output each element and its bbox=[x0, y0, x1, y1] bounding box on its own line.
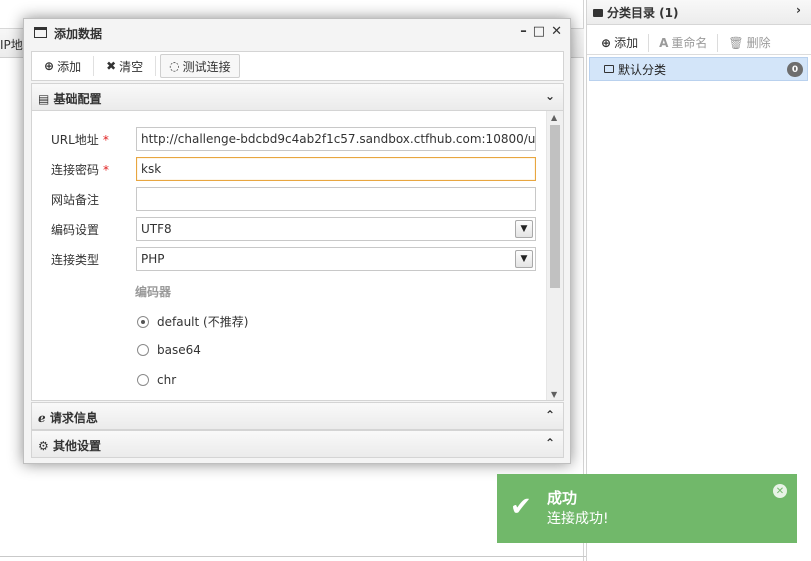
encoding-value: UTF8 bbox=[141, 222, 172, 236]
required-mark: * bbox=[103, 162, 110, 177]
clear-button[interactable]: ✖ 清空 bbox=[98, 54, 151, 78]
encoder-option-chr[interactable]: chr bbox=[137, 373, 176, 387]
encoder-option-label: chr bbox=[157, 373, 177, 387]
section-other-settings[interactable]: ⚙ 其他设置 ⌃ bbox=[31, 430, 564, 458]
plus-circle-icon: ⊕ bbox=[601, 35, 612, 50]
section-other-title: 其他设置 bbox=[52, 439, 101, 453]
scroll-up-icon[interactable]: ▲ bbox=[551, 113, 557, 122]
toast-title: 成功 bbox=[547, 489, 578, 507]
type-row: 连接类型 bbox=[51, 247, 136, 271]
add-category-label: 添加 bbox=[614, 36, 639, 50]
delete-category-label: 删除 bbox=[746, 36, 771, 50]
category-item-default[interactable]: 默认分类 0 bbox=[589, 57, 808, 81]
note-label: 网站备注 bbox=[51, 192, 100, 207]
category-toolbar: ⊕ 添加 A 重命名 🗑 删除 bbox=[587, 25, 811, 55]
folder-open-icon bbox=[604, 65, 614, 73]
section-basic-title: 基础配置 bbox=[53, 92, 102, 106]
password-label: 连接密码 * bbox=[51, 162, 110, 177]
rename-category-label: 重命名 bbox=[671, 36, 708, 50]
test-connection-button[interactable]: ◌ 测试连接 bbox=[160, 54, 240, 78]
toolbar-divider bbox=[155, 56, 157, 76]
section-request-info[interactable]: ℯ 请求信息 ⌃ bbox=[31, 402, 564, 430]
category-panel-header[interactable]: 分类目录 (1) › bbox=[587, 0, 811, 25]
type-label: 连接类型 bbox=[51, 252, 100, 267]
check-icon: ✔ bbox=[510, 492, 532, 522]
chevron-up-icon[interactable]: ⌃ bbox=[545, 436, 555, 450]
add-category-button[interactable]: ⊕ 添加 bbox=[601, 34, 648, 51]
window-icon bbox=[34, 27, 47, 38]
radio-icon[interactable] bbox=[137, 344, 149, 356]
success-toast: ✔ 成功 连接成功! ✕ bbox=[497, 474, 797, 543]
encoder-option-base64[interactable]: base64 bbox=[137, 343, 201, 357]
delete-category-button[interactable]: 🗑 删除 bbox=[728, 34, 780, 51]
type-value: PHP bbox=[141, 252, 165, 266]
toolbar-divider bbox=[717, 33, 719, 52]
password-input[interactable]: ksk bbox=[136, 157, 536, 181]
encoder-title: 编码器 bbox=[135, 285, 172, 299]
spinner-icon: ◌ bbox=[169, 59, 180, 73]
maximize-icon[interactable]: □ bbox=[533, 24, 545, 39]
add-button[interactable]: ⊕ 添加 bbox=[36, 54, 89, 78]
scroll-down-icon[interactable]: ▼ bbox=[551, 390, 557, 399]
chevron-down-icon[interactable]: ▼ bbox=[515, 220, 533, 238]
toolbar-divider bbox=[93, 56, 95, 76]
url-label: URL地址 * bbox=[51, 132, 109, 147]
category-count-badge: 0 bbox=[787, 62, 803, 77]
add-data-dialog: 添加数据 – □ ✕ ⊕ 添加 ✖ 清空 ◌ 测试连接 ▤ 基础配置 ⌄ URL… bbox=[23, 18, 571, 464]
test-connection-label: 测试连接 bbox=[182, 59, 231, 74]
chevron-up-icon[interactable]: ⌃ bbox=[545, 408, 555, 422]
radio-checked-icon[interactable] bbox=[137, 315, 149, 328]
close-icon[interactable]: ✕ bbox=[773, 484, 787, 498]
chevron-down-icon[interactable]: ⌄ bbox=[545, 89, 555, 103]
required-mark: * bbox=[102, 132, 109, 147]
section-basic-config[interactable]: ▤ 基础配置 ⌄ bbox=[31, 83, 564, 111]
ip-column-header[interactable]: IP地 bbox=[0, 36, 23, 53]
dialog-titlebar[interactable]: 添加数据 – □ ✕ bbox=[24, 19, 570, 47]
plus-circle-icon: ⊕ bbox=[44, 59, 55, 73]
chevron-right-icon[interactable]: › bbox=[796, 3, 801, 17]
encoder-option-default[interactable]: default (不推荐) bbox=[137, 313, 248, 330]
password-row: 连接密码 * bbox=[51, 157, 136, 181]
encoder-option-label: default (不推荐) bbox=[157, 315, 249, 329]
encoding-row: 编码设置 bbox=[51, 217, 136, 241]
close-icon[interactable]: ✕ bbox=[551, 24, 562, 39]
times-icon: ✖ bbox=[106, 59, 117, 73]
clear-button-label: 清空 bbox=[119, 59, 144, 74]
scrollbar-thumb[interactable] bbox=[550, 125, 560, 288]
dialog-toolbar: ⊕ 添加 ✖ 清空 ◌ 测试连接 bbox=[31, 51, 564, 81]
category-item-label: 默认分类 bbox=[618, 62, 667, 77]
internet-explorer-icon: ℯ bbox=[38, 411, 46, 425]
type-select[interactable]: PHP ▼ bbox=[136, 247, 536, 271]
url-row: URL地址 * bbox=[51, 127, 136, 151]
encoder-option-label: base64 bbox=[157, 343, 201, 357]
dialog-title: 添加数据 bbox=[54, 27, 103, 41]
toast-message: 连接成功! bbox=[547, 511, 609, 527]
minimize-icon[interactable]: – bbox=[520, 24, 527, 39]
file-icon: ▤ bbox=[38, 92, 50, 106]
note-input[interactable] bbox=[136, 187, 536, 211]
rename-category-button[interactable]: A 重命名 bbox=[659, 34, 717, 51]
basic-config-form: URL地址 * http://challenge-bdcbd9c4ab2f1c57… bbox=[31, 111, 564, 401]
encoding-select[interactable]: UTF8 ▼ bbox=[136, 217, 536, 241]
chevron-down-icon[interactable]: ▼ bbox=[515, 250, 533, 268]
category-panel-title: 分类目录 (1) bbox=[607, 6, 679, 20]
window-controls: – □ ✕ bbox=[520, 24, 562, 39]
note-row: 网站备注 bbox=[51, 187, 136, 211]
font-icon: A bbox=[659, 35, 669, 50]
cogs-icon: ⚙ bbox=[38, 439, 49, 453]
encoding-label: 编码设置 bbox=[51, 222, 100, 237]
url-input[interactable]: http://challenge-bdcbd9c4ab2f1c57.sandbo… bbox=[136, 127, 536, 151]
folder-icon bbox=[593, 9, 603, 17]
radio-icon[interactable] bbox=[137, 374, 149, 386]
form-scrollbar[interactable]: ▲ ▼ bbox=[546, 111, 563, 400]
section-request-title: 请求信息 bbox=[49, 411, 98, 425]
add-button-label: 添加 bbox=[57, 59, 82, 74]
toolbar-divider bbox=[648, 33, 650, 52]
trash-icon: 🗑 bbox=[728, 35, 744, 50]
